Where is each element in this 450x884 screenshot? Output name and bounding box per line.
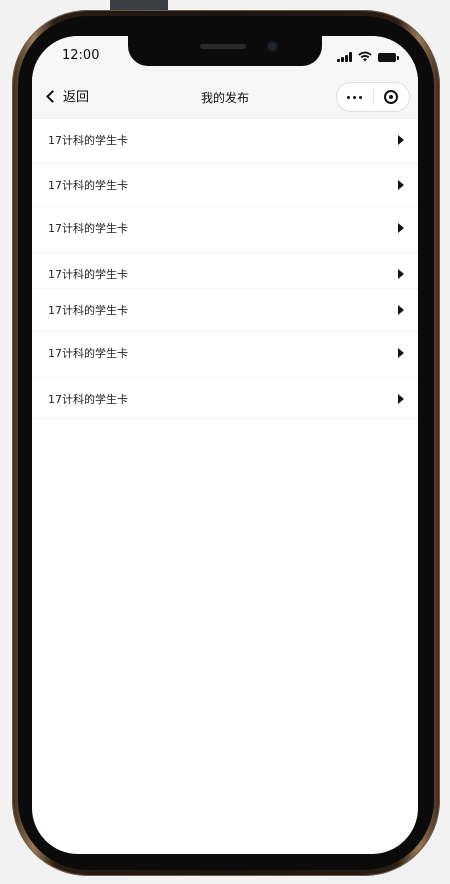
list-item[interactable]: 17计科的学生卡 <box>32 288 418 330</box>
list-item-label: 17计科的学生卡 <box>48 393 128 406</box>
navigation-bar: 返回 我的发布 <box>32 76 418 118</box>
more-button[interactable] <box>337 83 373 111</box>
list-item-label: 17计科的学生卡 <box>48 268 128 281</box>
miniprogram-capsule <box>336 82 410 112</box>
phone-screen: 12:00 返回 我的发布 17计科的学生卡 17计科的学生卡 17计科的学生卡… <box>32 36 418 854</box>
list-item[interactable]: 17计科的学生卡 <box>32 163 418 205</box>
arrow-right-icon <box>398 394 404 404</box>
list-item-label: 17计科的学生卡 <box>48 134 128 147</box>
list-item-label: 17计科的学生卡 <box>48 222 128 235</box>
list-item-label: 17计科的学生卡 <box>48 347 128 360</box>
more-dots-icon <box>347 95 351 99</box>
target-icon <box>384 90 399 104</box>
status-icons <box>337 51 399 62</box>
stage: 12:00 返回 我的发布 17计科的学生卡 17计科的学生卡 17计科的学生卡… <box>0 0 450 884</box>
signal-icon <box>337 52 352 62</box>
list-item[interactable]: 17计科的学生卡 <box>32 118 418 160</box>
arrow-right-icon <box>398 223 404 233</box>
wifi-icon <box>358 51 372 62</box>
list-item-label: 17计科的学生卡 <box>48 179 128 192</box>
battery-icon <box>378 53 399 62</box>
speaker-grille <box>200 44 246 49</box>
front-camera <box>268 42 277 51</box>
arrow-right-icon <box>398 180 404 190</box>
arrow-right-icon <box>398 269 404 279</box>
close-miniprogram-button[interactable] <box>373 83 409 111</box>
list-item[interactable]: 17计科的学生卡 <box>32 206 418 248</box>
arrow-right-icon <box>398 305 404 315</box>
list-item[interactable]: 17计科的学生卡 <box>32 331 418 373</box>
arrow-right-icon <box>398 348 404 358</box>
arrow-right-icon <box>398 135 404 145</box>
notch <box>128 36 322 66</box>
list-item-label: 17计科的学生卡 <box>48 304 128 317</box>
status-time: 12:00 <box>62 48 100 63</box>
list-item[interactable]: 17计科的学生卡 <box>32 377 418 419</box>
